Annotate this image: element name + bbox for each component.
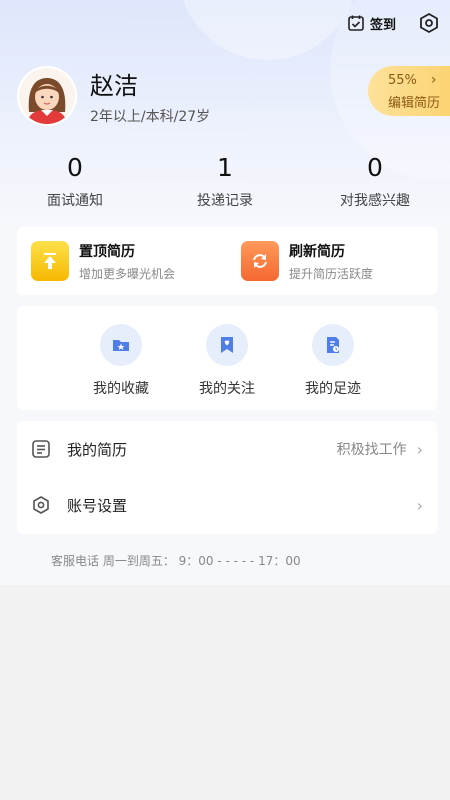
menu-label: 我的简历 <box>67 440 128 459</box>
quick-link-label: 我的收藏 <box>93 381 149 397</box>
calendar-check-icon <box>348 15 364 31</box>
quick-links-card: 我的收藏 我的关注 我的足迹 <box>17 306 437 410</box>
stat-applications[interactable]: 1 投递记录 <box>150 152 300 210</box>
promo-subtitle: 提升简历活跃度 <box>289 266 374 281</box>
settings-hexagon-icon <box>33 496 49 514</box>
promo-card: 置顶简历 增加更多曝光机会 刷新简历 提升简历活跃度 <box>17 227 437 295</box>
my-favorites-button[interactable]: 我的收藏 <box>68 306 174 410</box>
edit-resume-label: 编辑简历 <box>388 96 441 111</box>
user-info: 2年以上/本科/27岁 <box>90 109 211 125</box>
history-document-icon <box>312 324 354 366</box>
my-follows-button[interactable]: 我的关注 <box>174 306 280 410</box>
promo-title: 置顶简历 <box>79 243 135 260</box>
chevron-right-icon: › <box>416 439 423 459</box>
promo-title: 刷新简历 <box>289 243 345 260</box>
user-name: 赵洁 <box>90 72 138 100</box>
checkin-button[interactable]: 签到 <box>347 14 396 33</box>
checkin-label: 签到 <box>369 17 396 33</box>
chevron-right-icon: › <box>430 72 437 88</box>
menu-item-account-settings[interactable]: 账号设置 › <box>17 477 437 533</box>
refresh-resume-button[interactable]: 刷新简历 提升简历活跃度 <box>227 227 437 295</box>
refresh-icon <box>241 241 279 281</box>
follow-bookmark-icon <box>206 324 248 366</box>
settings-gear-icon <box>420 13 438 33</box>
resume-list-icon <box>32 440 50 458</box>
quick-link-label: 我的关注 <box>199 381 255 397</box>
pin-resume-button[interactable]: 置顶简历 增加更多曝光机会 <box>17 227 227 295</box>
customer-service-hours: 客服电话 周一到周五： 9：00 - - - - - 17：00 <box>51 554 301 568</box>
stat-interested-in-me[interactable]: 0 对我感兴趣 <box>300 152 450 210</box>
stat-label: 对我感兴趣 <box>340 193 410 209</box>
avatar-illustration-icon <box>19 68 75 124</box>
stat-label: 投递记录 <box>197 193 253 209</box>
stat-value: 1 <box>217 153 233 182</box>
stat-label: 面试通知 <box>47 193 103 209</box>
job-search-status: 积极找工作 <box>336 442 407 458</box>
settings-button[interactable] <box>418 12 440 34</box>
stat-value: 0 <box>67 153 83 182</box>
menu-label: 账号设置 <box>67 496 128 515</box>
my-history-button[interactable]: 我的足迹 <box>280 306 386 410</box>
chevron-right-icon: › <box>416 495 423 515</box>
pin-top-icon <box>31 241 69 281</box>
menu-card: 我的简历 积极找工作 › 账号设置 › <box>17 421 437 534</box>
promo-subtitle: 增加更多曝光机会 <box>79 266 176 281</box>
menu-item-my-resume[interactable]: 我的简历 积极找工作 › <box>17 421 437 477</box>
resume-completion: 55% <box>388 72 417 88</box>
top-bar: 签到 <box>347 12 440 34</box>
stat-value: 0 <box>367 153 383 182</box>
edit-resume-button[interactable]: 55% › 编辑简历 <box>368 66 450 116</box>
favorites-folder-icon <box>100 324 142 366</box>
avatar[interactable] <box>17 66 77 126</box>
stats-row: 0 面试通知 1 投递记录 0 对我感兴趣 <box>0 152 450 210</box>
quick-link-label: 我的足迹 <box>305 381 361 397</box>
stat-interview-notices[interactable]: 0 面试通知 <box>0 152 150 210</box>
